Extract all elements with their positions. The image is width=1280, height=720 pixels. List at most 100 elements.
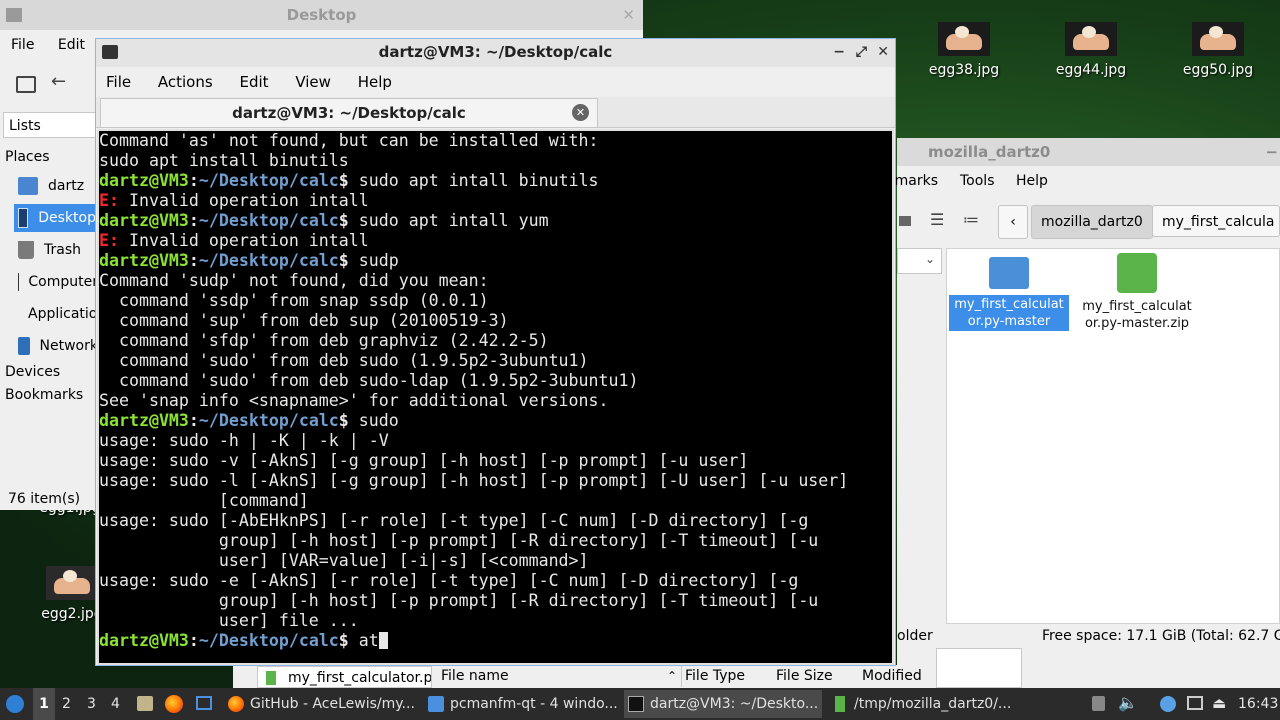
app-menu-icon[interactable] bbox=[6, 8, 22, 22]
sidebar-item-applications[interactable]: Applications bbox=[18, 300, 98, 328]
terminal-output-line: command 'sudo' from deb sudo (1.9.5p2-3u… bbox=[99, 351, 589, 370]
breadcrumb-back-button[interactable]: ‹ bbox=[998, 205, 1028, 239]
status-folder-label: older bbox=[897, 628, 933, 644]
taskbar-window-archive[interactable]: /tmp/mozilla_dartz0/... bbox=[828, 690, 1018, 718]
terminal-screen[interactable]: Command 'as' not found, but can be insta… bbox=[97, 129, 894, 665]
prompt-separator: : bbox=[188, 251, 199, 270]
prompt-symbol: $ bbox=[338, 251, 359, 270]
close-tab-icon[interactable]: ✕ bbox=[572, 104, 589, 121]
prompt-path: ~/Desktop/calc bbox=[198, 411, 339, 430]
clipboard-tray-icon[interactable] bbox=[1092, 696, 1105, 711]
sort-up-icon: ⌃ bbox=[666, 669, 677, 683]
sidebar-item-label: dartz bbox=[48, 178, 85, 194]
menu-edit[interactable]: Edit bbox=[239, 73, 268, 91]
column-header-filename[interactable]: File name ⌃ bbox=[435, 665, 682, 687]
menu-help[interactable]: Help bbox=[1016, 166, 1048, 196]
taskbar-window-pcmanfm[interactable]: pcmanfm-qt - 4 windo... bbox=[424, 690, 618, 718]
terminal-error-line: E: Invalid operation intall bbox=[99, 191, 892, 211]
firefox-launcher-icon[interactable] bbox=[165, 695, 183, 713]
maximize-icon[interactable]: ⤢ bbox=[856, 39, 867, 65]
sidebar-item-label: Desktop bbox=[38, 210, 96, 226]
workspace-3[interactable]: 3 bbox=[87, 688, 96, 720]
close-icon[interactable]: ✕ bbox=[877, 39, 889, 65]
terminal-input-line[interactable]: dartz@VM3:~/Desktop/calc$ at bbox=[99, 631, 892, 651]
window-titlebar[interactable]: Desktop ✕ bbox=[0, 0, 643, 30]
new-tab-icon[interactable] bbox=[16, 76, 36, 93]
sidebar-item-label: Trash bbox=[44, 242, 81, 258]
tab-calculator[interactable]: my_first_calculator.py bbox=[257, 666, 432, 688]
workspace-4[interactable]: 4 bbox=[111, 688, 120, 720]
breadcrumb-item-calculator[interactable]: my_first_calcula bbox=[1152, 205, 1280, 237]
sidebar-item-home[interactable]: dartz bbox=[18, 172, 84, 200]
terminal-command-line: dartz@VM3:~/Desktop/calc$ sudp bbox=[99, 251, 892, 271]
menu-view[interactable]: View bbox=[295, 73, 331, 91]
file-manager-launcher-icon[interactable] bbox=[137, 696, 153, 711]
network-tray-icon[interactable] bbox=[1187, 696, 1203, 710]
places-header: Places bbox=[5, 149, 50, 165]
prompt-path: ~/Desktop/calc bbox=[198, 631, 339, 650]
bookmarks-header: Bookmarks bbox=[5, 387, 84, 403]
menu-help[interactable]: Help bbox=[358, 73, 392, 91]
back-arrow-icon[interactable]: ← bbox=[51, 71, 66, 92]
terminal-output-line: command 'ssdp' from snap ssdp (0.0.1) bbox=[99, 291, 489, 310]
window-title: mozilla_dartz0 bbox=[928, 143, 1051, 161]
column-header-filetype[interactable]: File Type bbox=[685, 665, 745, 687]
prompt-symbol: $ bbox=[338, 171, 359, 190]
menu-file[interactable]: File bbox=[106, 73, 131, 91]
window-title: dartz@VM3: ~/Desktop/calc bbox=[378, 43, 613, 61]
workspace-2[interactable]: 2 bbox=[62, 688, 71, 720]
taskbar-window-label: pcmanfm-qt - 4 windo... bbox=[450, 696, 618, 712]
icon-view-icon[interactable] bbox=[899, 216, 911, 226]
sidebar-item-computer[interactable]: Computer bbox=[18, 268, 98, 296]
image-thumbnail-icon bbox=[1065, 22, 1117, 56]
text-cursor bbox=[378, 632, 388, 649]
terminal-error-line: E: Invalid operation intall bbox=[99, 231, 892, 251]
desktop-icon-egg38[interactable]: egg38.jpg bbox=[914, 22, 1014, 78]
desktop-icon-egg50[interactable]: egg50.jpg bbox=[1168, 22, 1268, 78]
view-mode-combo[interactable]: Lists bbox=[3, 112, 98, 138]
workspace-1[interactable]: 1 bbox=[33, 688, 55, 720]
start-menu-icon[interactable] bbox=[6, 695, 24, 713]
sidebar-item-network[interactable]: Network bbox=[18, 332, 98, 360]
clock[interactable]: 16:43 bbox=[1238, 688, 1278, 720]
file-item-label: my_first_calculator.py-master bbox=[949, 295, 1069, 331]
network-icon bbox=[18, 337, 30, 355]
sidebar-item-trash[interactable]: Trash bbox=[18, 236, 81, 264]
show-desktop-icon[interactable] bbox=[196, 696, 212, 710]
terminal-icon bbox=[628, 696, 644, 712]
prompt-separator: : bbox=[188, 631, 199, 650]
sidebar-item-label: Computer bbox=[28, 274, 98, 290]
desktop-icon-egg44[interactable]: egg44.jpg bbox=[1041, 22, 1141, 78]
prompt-user: dartz@VM3 bbox=[99, 211, 189, 230]
terminal-tab[interactable]: dartz@VM3: ~/Desktop/calc ✕ bbox=[100, 98, 598, 127]
menubar: Bookmarks Tools Help bbox=[868, 166, 1280, 196]
minimize-icon[interactable]: − bbox=[833, 39, 845, 65]
column-header-modified[interactable]: Modified bbox=[862, 665, 922, 687]
volume-icon[interactable]: 🔈 bbox=[1118, 693, 1138, 712]
breadcrumb-item-mozilla[interactable]: mozilla_dartz0 bbox=[1031, 205, 1153, 239]
minimize-icon[interactable]: − bbox=[1265, 138, 1278, 166]
menu-file[interactable]: File bbox=[11, 37, 34, 53]
toolbar: ☰ ≔ ‹ mozilla_dartz0 my_first_calcula bbox=[897, 198, 1280, 246]
sidebar-combo[interactable]: ⌄ bbox=[897, 248, 942, 274]
terminal-output-line: usage: sudo -h | -K | -k | -V bbox=[99, 431, 389, 450]
prompt-path: ~/Desktop/calc bbox=[198, 171, 339, 190]
menu-tools[interactable]: Tools bbox=[960, 166, 995, 196]
sidebar-item-desktop[interactable]: Desktop bbox=[14, 204, 96, 232]
taskbar-window-firefox[interactable]: GitHub - AceLewis/my... bbox=[224, 690, 418, 718]
file-item-zip[interactable]: my_first_calculator.py-master.zip bbox=[1077, 253, 1197, 333]
zip-archive-icon bbox=[1117, 253, 1157, 293]
detail-view-icon[interactable]: ≔ bbox=[963, 210, 979, 229]
column-header-filesize[interactable]: File Size bbox=[776, 665, 833, 687]
file-item-folder[interactable]: my_first_calculator.py-master bbox=[949, 253, 1069, 331]
taskbar-window-terminal[interactable]: dartz@VM3: ~/Deskto... bbox=[624, 690, 822, 718]
close-icon[interactable]: ✕ bbox=[622, 0, 635, 30]
window-titlebar[interactable]: mozilla_dartz0 − bbox=[897, 138, 1280, 166]
list-view-icon[interactable]: ☰ bbox=[930, 210, 944, 229]
window-titlebar[interactable]: dartz@VM3: ~/Desktop/calc − ⤢ ✕ bbox=[96, 39, 895, 67]
menu-edit[interactable]: Edit bbox=[58, 37, 85, 53]
usb-tray-icon[interactable]: ⏏ bbox=[1212, 694, 1226, 712]
menu-actions[interactable]: Actions bbox=[158, 73, 213, 91]
update-tray-icon[interactable] bbox=[1160, 696, 1176, 712]
prompt-user: dartz@VM3 bbox=[99, 411, 189, 430]
